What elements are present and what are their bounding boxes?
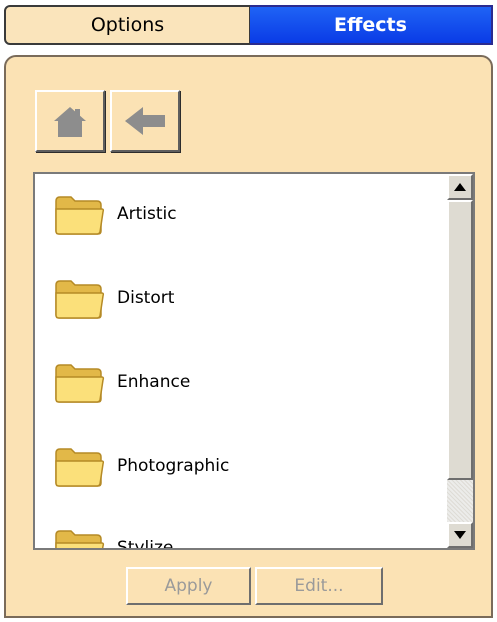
- list-item-label: Stylize: [117, 538, 174, 550]
- scroll-up-button[interactable]: [447, 174, 473, 200]
- list-item-artistic[interactable]: Artistic: [53, 188, 177, 240]
- list-item-label: Distort: [117, 288, 175, 308]
- list-item-label: Artistic: [117, 204, 177, 224]
- home-button[interactable]: [35, 90, 105, 152]
- list-item-enhance[interactable]: Enhance: [53, 356, 190, 408]
- effects-folder-list[interactable]: Artistic Distort Enhance Photographic St…: [33, 172, 475, 550]
- list-item-stylize[interactable]: Stylize: [53, 522, 174, 550]
- scroll-down-button[interactable]: [447, 522, 473, 548]
- folder-icon: [55, 196, 105, 235]
- list-item-distort[interactable]: Distort: [53, 272, 174, 324]
- tab-effects[interactable]: Effects: [250, 5, 493, 45]
- folder-icon: [55, 280, 105, 319]
- apply-button[interactable]: Apply: [126, 567, 251, 605]
- triangle-down-icon: [454, 531, 466, 539]
- effects-panel: Artistic Distort Enhance Photographic St…: [4, 55, 493, 618]
- folder-icon: [55, 364, 105, 403]
- back-button[interactable]: [110, 90, 180, 152]
- tab-options[interactable]: Options: [4, 5, 250, 45]
- folder-icon: [55, 530, 105, 548]
- back-arrow-icon: [125, 107, 165, 135]
- triangle-up-icon: [454, 183, 466, 191]
- list-item-photographic[interactable]: Photographic: [53, 440, 229, 492]
- home-icon: [54, 107, 86, 137]
- vertical-scrollbar[interactable]: [447, 174, 473, 548]
- list-item-label: Photographic: [117, 456, 230, 476]
- tab-bar: Options Effects: [4, 5, 493, 45]
- folder-icon: [55, 448, 105, 487]
- edit-button[interactable]: Edit...: [255, 567, 383, 605]
- scrollbar-thumb[interactable]: [447, 200, 473, 480]
- list-item-label: Enhance: [117, 372, 191, 392]
